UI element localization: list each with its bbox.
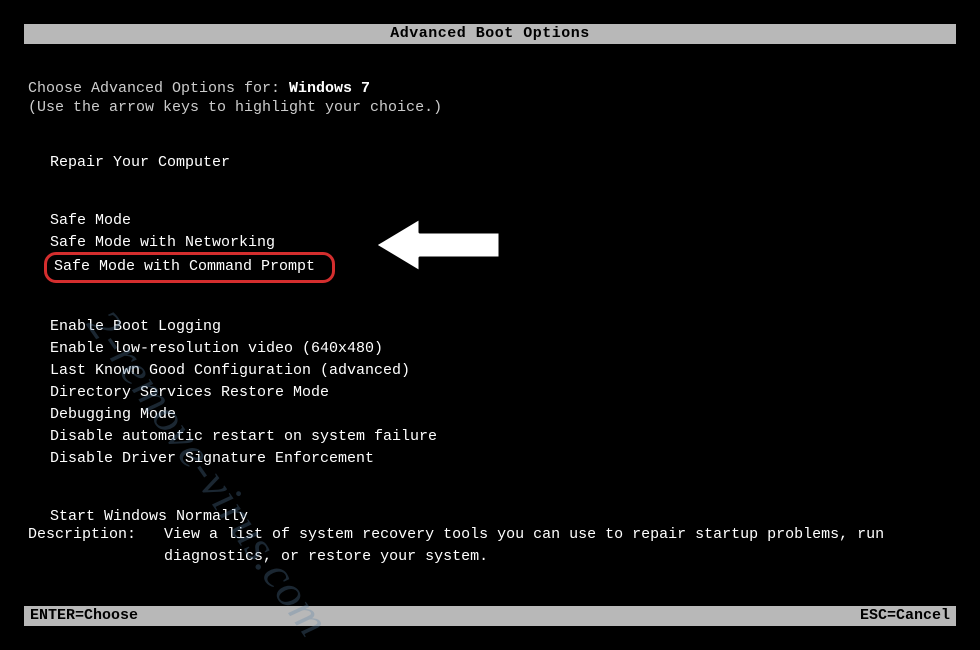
enter-hint: ENTER=Choose: [30, 606, 138, 626]
arrow-keys-hint: (Use the arrow keys to highlight your ch…: [28, 99, 952, 116]
group-advanced: Enable Boot Logging Enable low-resolutio…: [50, 316, 952, 470]
title-bar: Advanced Boot Options: [24, 24, 956, 44]
option-debugging-mode[interactable]: Debugging Mode: [50, 404, 952, 426]
description-label: Description:: [28, 524, 136, 568]
option-repair-your-computer[interactable]: Repair Your Computer: [50, 152, 952, 174]
option-low-res-video[interactable]: Enable low-resolution video (640x480): [50, 338, 952, 360]
description-row: Description: View a list of system recov…: [28, 524, 950, 568]
option-disable-auto-restart[interactable]: Disable automatic restart on system fail…: [50, 426, 952, 448]
page-title: Advanced Boot Options: [390, 25, 590, 42]
option-safe-mode[interactable]: Safe Mode: [50, 210, 952, 232]
esc-hint: ESC=Cancel: [860, 606, 950, 626]
group-repair: Repair Your Computer: [50, 152, 952, 174]
option-enable-boot-logging[interactable]: Enable Boot Logging: [50, 316, 952, 338]
group-safe-mode: Safe Mode Safe Mode with Networking Safe…: [50, 210, 952, 280]
option-last-known-good[interactable]: Last Known Good Configuration (advanced): [50, 360, 952, 382]
main-content: Choose Advanced Options for: Windows 7 (…: [28, 80, 952, 528]
choose-prompt: Choose Advanced Options for: Windows 7: [28, 80, 952, 97]
description-text: View a list of system recovery tools you…: [164, 524, 950, 568]
option-dsrm[interactable]: Directory Services Restore Mode: [50, 382, 952, 404]
os-name: Windows 7: [289, 80, 370, 97]
option-safe-mode-networking[interactable]: Safe Mode with Networking: [50, 232, 952, 254]
option-disable-driver-sig[interactable]: Disable Driver Signature Enforcement: [50, 448, 952, 470]
option-safe-mode-command-prompt[interactable]: Safe Mode with Command Prompt: [50, 254, 952, 280]
option-safe-mode-command-prompt-label: Safe Mode with Command Prompt: [54, 258, 315, 275]
choose-prefix: Choose Advanced Options for:: [28, 80, 289, 97]
footer-bar: ENTER=Choose ESC=Cancel: [24, 606, 956, 626]
